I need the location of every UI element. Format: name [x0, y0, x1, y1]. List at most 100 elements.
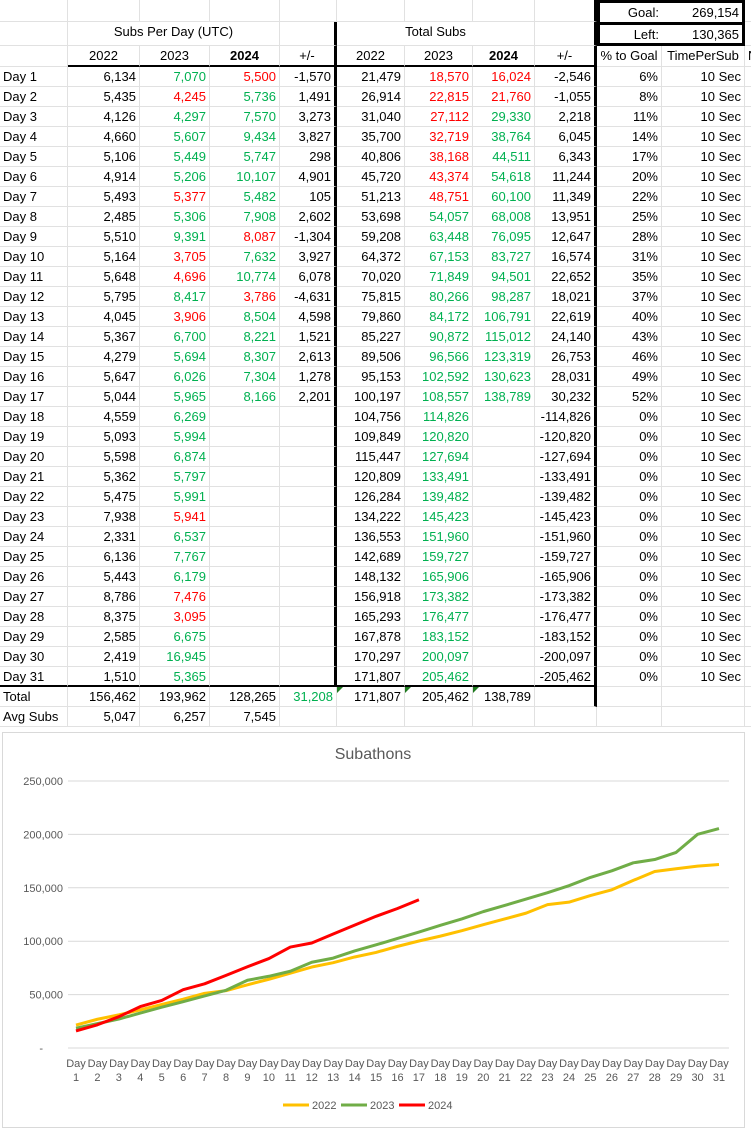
cell[interactable]	[662, 707, 745, 727]
pct-to-goal[interactable]: 14%	[597, 127, 662, 147]
total-diff[interactable]: 11,349	[535, 187, 597, 207]
subs-diff[interactable]: 298	[280, 147, 337, 167]
subs-2022[interactable]: 5,367	[68, 327, 140, 347]
total-2024[interactable]	[473, 447, 535, 467]
subs-2024[interactable]	[210, 487, 280, 507]
total-diff[interactable]: 26,753	[535, 347, 597, 367]
subs-diff[interactable]: -1,570	[280, 67, 337, 87]
total-diff[interactable]: 22,652	[535, 267, 597, 287]
total-diff[interactable]: -139,482	[535, 487, 597, 507]
total-2024[interactable]: 16,024	[473, 67, 535, 87]
subs-2024[interactable]: 9,434	[210, 127, 280, 147]
total-2024[interactable]: 60,100	[473, 187, 535, 207]
subs-diff[interactable]: -4,631	[280, 287, 337, 307]
cell[interactable]	[745, 687, 751, 707]
subs-2024[interactable]: 8,307	[210, 347, 280, 367]
subs-2023[interactable]: 5,994	[140, 427, 210, 447]
subs-2022[interactable]: 8,786	[68, 587, 140, 607]
total-diff[interactable]: 28,031	[535, 367, 597, 387]
pct-to-goal[interactable]: 0%	[597, 627, 662, 647]
cell[interactable]	[745, 447, 751, 467]
total-2023[interactable]: 63,448	[405, 227, 473, 247]
cell[interactable]	[337, 707, 405, 727]
total-2023[interactable]: 183,152	[405, 627, 473, 647]
total-diff[interactable]: 30,232	[535, 387, 597, 407]
total-2023[interactable]: 90,872	[405, 327, 473, 347]
subs-2022[interactable]: 4,045	[68, 307, 140, 327]
pct-to-goal[interactable]: 0%	[597, 667, 662, 687]
subs-2024[interactable]: 7,304	[210, 367, 280, 387]
subs-2024[interactable]: 7,570	[210, 107, 280, 127]
total-2023[interactable]: 205,462	[405, 667, 473, 687]
total-diff[interactable]: 6,045	[535, 127, 597, 147]
subs-2024[interactable]: 3,786	[210, 287, 280, 307]
total-2022[interactable]: 89,506	[337, 347, 405, 367]
subs-2022[interactable]: 5,598	[68, 447, 140, 467]
cell[interactable]	[473, 707, 535, 727]
cell[interactable]	[745, 427, 751, 447]
total-diff[interactable]: -120,820	[535, 427, 597, 447]
time-per-sub[interactable]: 10 Sec	[662, 407, 745, 427]
time-per-sub[interactable]: 10 Sec	[662, 127, 745, 147]
subs-2022[interactable]: 2,585	[68, 627, 140, 647]
total-2024[interactable]	[473, 547, 535, 567]
subs-2023[interactable]: 5,206	[140, 167, 210, 187]
subs-2023[interactable]: 5,377	[140, 187, 210, 207]
cell[interactable]	[745, 187, 751, 207]
subs-2022[interactable]: 8,375	[68, 607, 140, 627]
total-2023[interactable]: 27,112	[405, 107, 473, 127]
cell[interactable]	[745, 387, 751, 407]
pct-to-goal[interactable]: 52%	[597, 387, 662, 407]
subs-diff[interactable]	[280, 487, 337, 507]
subs-2022[interactable]: 5,093	[68, 427, 140, 447]
subs-diff[interactable]	[280, 467, 337, 487]
cell[interactable]	[745, 407, 751, 427]
total-2024[interactable]: 54,618	[473, 167, 535, 187]
subs-2023[interactable]: 4,696	[140, 267, 210, 287]
cell[interactable]	[745, 67, 751, 87]
cell[interactable]	[745, 627, 751, 647]
subs-diff[interactable]: 105	[280, 187, 337, 207]
total-2022[interactable]: 142,689	[337, 547, 405, 567]
total-2024[interactable]: 68,008	[473, 207, 535, 227]
subs-2023[interactable]: 5,365	[140, 667, 210, 687]
total-2024[interactable]: 106,791	[473, 307, 535, 327]
total-2024[interactable]: 83,727	[473, 247, 535, 267]
time-per-sub[interactable]: 10 Sec	[662, 527, 745, 547]
total-2022[interactable]: 21,479	[337, 67, 405, 87]
subs-2022[interactable]: 2,331	[68, 527, 140, 547]
subs-diff[interactable]	[280, 627, 337, 647]
total-final-2022[interactable]: 171,807	[337, 687, 405, 707]
subs-2023[interactable]: 8,417	[140, 287, 210, 307]
subs-2023[interactable]: 3,906	[140, 307, 210, 327]
subs-2022[interactable]: 6,134	[68, 67, 140, 87]
total-2022[interactable]: 156,918	[337, 587, 405, 607]
subs-2023[interactable]: 5,449	[140, 147, 210, 167]
subs-2024[interactable]	[210, 627, 280, 647]
subs-2024[interactable]	[210, 567, 280, 587]
total-2022[interactable]: 134,222	[337, 507, 405, 527]
time-per-sub[interactable]: 10 Sec	[662, 147, 745, 167]
total-2023[interactable]: 80,266	[405, 287, 473, 307]
total-2022[interactable]: 120,809	[337, 467, 405, 487]
time-per-sub[interactable]: 10 Sec	[662, 547, 745, 567]
total-diff[interactable]: 18,021	[535, 287, 597, 307]
total-2023[interactable]: 67,153	[405, 247, 473, 267]
cell[interactable]	[745, 107, 751, 127]
subs-2022[interactable]: 6,136	[68, 547, 140, 567]
subs-2022[interactable]: 5,795	[68, 287, 140, 307]
total-subs-2023[interactable]: 193,962	[140, 687, 210, 707]
total-2023[interactable]: 173,382	[405, 587, 473, 607]
subs-diff[interactable]: 3,927	[280, 247, 337, 267]
cell[interactable]	[280, 0, 337, 22]
cell[interactable]	[405, 707, 473, 727]
total-2022[interactable]: 104,756	[337, 407, 405, 427]
cell[interactable]	[745, 147, 751, 167]
cell[interactable]	[0, 0, 68, 22]
subs-diff[interactable]	[280, 647, 337, 667]
subs-2023[interactable]: 6,026	[140, 367, 210, 387]
pct-to-goal[interactable]: 11%	[597, 107, 662, 127]
subs-2023[interactable]: 5,694	[140, 347, 210, 367]
total-2023[interactable]: 165,906	[405, 567, 473, 587]
cell[interactable]	[745, 22, 751, 46]
